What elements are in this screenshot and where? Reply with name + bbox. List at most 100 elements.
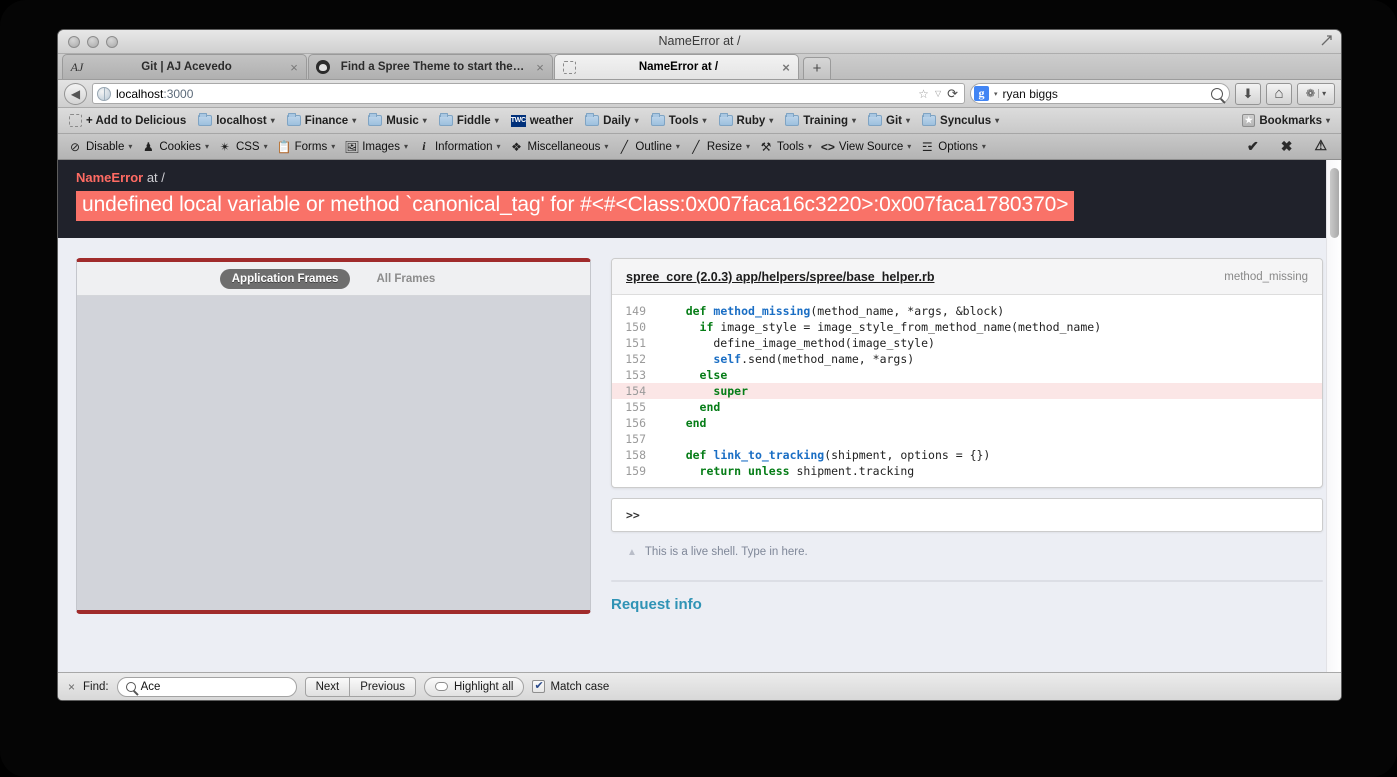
find-input-value: Ace <box>140 680 161 693</box>
devbar-item-view-source[interactable]: <> View Source ▾ <box>817 138 915 156</box>
chevron-down-icon[interactable]: ▽ <box>935 89 941 98</box>
bookmark-ruby[interactable]: Ruby ▾ <box>714 113 779 129</box>
live-shell-input[interactable]: >> <box>611 498 1323 532</box>
page-scrollbar-thumb[interactable] <box>1330 168 1339 238</box>
code-line-number: 149 <box>625 304 646 318</box>
search-icon[interactable] <box>1211 87 1223 100</box>
bookmark-music[interactable]: Music ▾ <box>363 113 432 129</box>
validation-warning-icon[interactable]: ⚠ <box>1314 138 1327 155</box>
image-icon: 🖼 <box>344 139 360 154</box>
search-bar[interactable]: g ▾ ryan biggs <box>970 83 1230 104</box>
frames-list[interactable] <box>77 296 590 610</box>
chevron-down-icon: ▾ <box>807 142 812 151</box>
validation-error-icon[interactable]: ✖ <box>1281 138 1293 155</box>
addon-button[interactable]: ❁ ▾ <box>1297 82 1335 105</box>
tab-favicon-github <box>315 59 331 75</box>
find-next-button[interactable]: Next <box>304 676 351 697</box>
bookmark-label: + Add to Delicious <box>86 114 187 127</box>
validation-pass-icon[interactable]: ✔ <box>1247 138 1259 155</box>
devbar-item-images[interactable]: 🖼 Images ▾ <box>340 138 412 156</box>
code-token: (shipment, options = {}) <box>824 448 991 462</box>
search-engine-caret-icon[interactable]: ▾ <box>994 90 998 98</box>
tab-favicon-blank <box>561 59 577 75</box>
tab-label: Git | AJ Acevedo <box>141 61 232 73</box>
home-button[interactable]: ⌂ <box>1266 82 1292 105</box>
source-file-path[interactable]: spree_core (2.0.3) app/helpers/spree/bas… <box>626 270 934 284</box>
bookmark-add-to-delicious[interactable]: + Add to Delicious <box>64 112 191 129</box>
code-token: else <box>699 368 728 382</box>
tab-application-frames[interactable]: Application Frames <box>219 268 351 289</box>
tab-git-aj-acevedo[interactable]: AJ Git | AJ Acevedo × <box>62 54 307 79</box>
clipboard-icon: 📋 <box>276 139 292 154</box>
chevron-down-icon: ▾ <box>995 116 1000 125</box>
code-line-text: if image_style = image_style_from_method… <box>658 319 1102 335</box>
bookmark-label: weather <box>529 114 574 127</box>
code-line: 152 self.send(method_name, *args) <box>612 351 1322 367</box>
tab-close-icon[interactable]: × <box>288 61 300 74</box>
bookmark-fiddle[interactable]: Fiddle ▾ <box>434 113 504 129</box>
page-scrollbar[interactable] <box>1326 160 1341 672</box>
bookmarks-menu-button[interactable]: ★ Bookmarks ▾ <box>1237 112 1335 129</box>
bookmark-localhost[interactable]: localhost ▾ <box>193 113 280 129</box>
highlight-all-label: Highlight all <box>454 680 514 693</box>
toggle-icon <box>435 682 448 691</box>
bookmark-daily[interactable]: Daily ▾ <box>580 113 644 129</box>
match-case-checkbox[interactable]: Match case <box>532 679 610 693</box>
code-line: 156 end <box>612 415 1322 431</box>
tab-all-frames[interactable]: All Frames <box>364 269 447 289</box>
wand-icon: ✴ <box>219 139 230 154</box>
folder-icon <box>868 113 883 126</box>
bookmark-weather[interactable]: TWC weather <box>506 113 578 129</box>
downloads-button[interactable]: ⬇ <box>1235 82 1261 105</box>
devbar-item-forms[interactable]: 📋 Forms ▾ <box>273 138 340 156</box>
google-icon[interactable]: g <box>974 86 989 101</box>
bookmark-star-icon[interactable]: ☆ <box>918 87 929 101</box>
github-icon <box>316 60 330 74</box>
devbar-item-information[interactable]: i Information ▾ <box>413 137 505 156</box>
highlight-all-button[interactable]: Highlight all <box>424 676 525 697</box>
tab-find-a-spree-theme[interactable]: Find a Spree Theme to start the… × <box>308 54 553 79</box>
bookmark-tools[interactable]: Tools ▾ <box>646 113 712 129</box>
devbar-item-outline[interactable]: ╱ Outline ▾ <box>613 138 683 156</box>
bookmark-finance[interactable]: Finance ▾ <box>282 113 361 129</box>
devbar-item-resize[interactable]: ╱ Resize ▾ <box>685 138 754 156</box>
folder-icon <box>438 113 453 126</box>
screen-root: NameError at / AJ Git | AJ Acevedo × Fin… <box>0 0 1397 777</box>
shell-hint-text: This is a live shell. Type in here. <box>644 546 808 558</box>
user-icon: ♟ <box>142 139 154 154</box>
expand-icon[interactable] <box>1320 34 1333 47</box>
devbar-label: Miscellaneous <box>527 140 601 153</box>
weather-channel-icon: TWC <box>511 114 526 127</box>
bookmark-synculus[interactable]: Synculus ▾ <box>917 113 1004 129</box>
code-line-text: super <box>658 383 748 399</box>
back-button[interactable]: ◀ <box>64 82 87 105</box>
code-line-number: 152 <box>625 352 646 366</box>
code-token: method_missing <box>713 304 811 318</box>
new-tab-button[interactable]: + <box>803 57 831 79</box>
code-line-number: 153 <box>625 368 646 382</box>
devbar-item-miscellaneous[interactable]: ❖ Miscellaneous ▾ <box>506 138 613 156</box>
bookmark-git[interactable]: Git ▾ <box>863 113 915 129</box>
tab-close-icon[interactable]: × <box>780 61 792 74</box>
match-case-label: Match case <box>550 680 610 693</box>
bookmark-training[interactable]: Training ▾ <box>780 113 861 129</box>
tab-close-icon[interactable]: × <box>534 61 546 74</box>
tab-nameerror[interactable]: NameError at / × <box>554 54 799 79</box>
devbar-item-tools[interactable]: ⚒ Tools ▾ <box>755 138 816 156</box>
devbar-label: Cookies <box>159 140 201 153</box>
devbar-item-css[interactable]: ✴ CSS ▾ <box>214 138 272 156</box>
devbar-item-cookies[interactable]: ♟ Cookies ▾ <box>137 138 213 156</box>
devbar-item-disable[interactable]: ⊘ Disable ▾ <box>64 138 136 156</box>
ruler-icon: ╱ <box>692 139 700 154</box>
close-find-bar-icon[interactable]: × <box>68 680 75 694</box>
error-body: Application Frames All Frames spree_core… <box>58 238 1341 614</box>
devbar-item-options[interactable]: ☲ Options ▾ <box>916 138 990 156</box>
reload-icon[interactable]: ⟳ <box>947 86 958 102</box>
find-input[interactable]: Ace <box>116 676 297 697</box>
search-input[interactable]: ryan biggs <box>1003 87 1206 101</box>
devbar-label: View Source <box>838 140 904 153</box>
tab-strip: AJ Git | AJ Acevedo × Find a Spree Theme… <box>58 54 1341 80</box>
find-previous-button[interactable]: Previous <box>350 676 416 697</box>
code-token: define_image_method(image_style) <box>658 336 935 350</box>
url-bar[interactable]: localhost:3000 ☆ ▽ ⟳ <box>92 83 965 104</box>
